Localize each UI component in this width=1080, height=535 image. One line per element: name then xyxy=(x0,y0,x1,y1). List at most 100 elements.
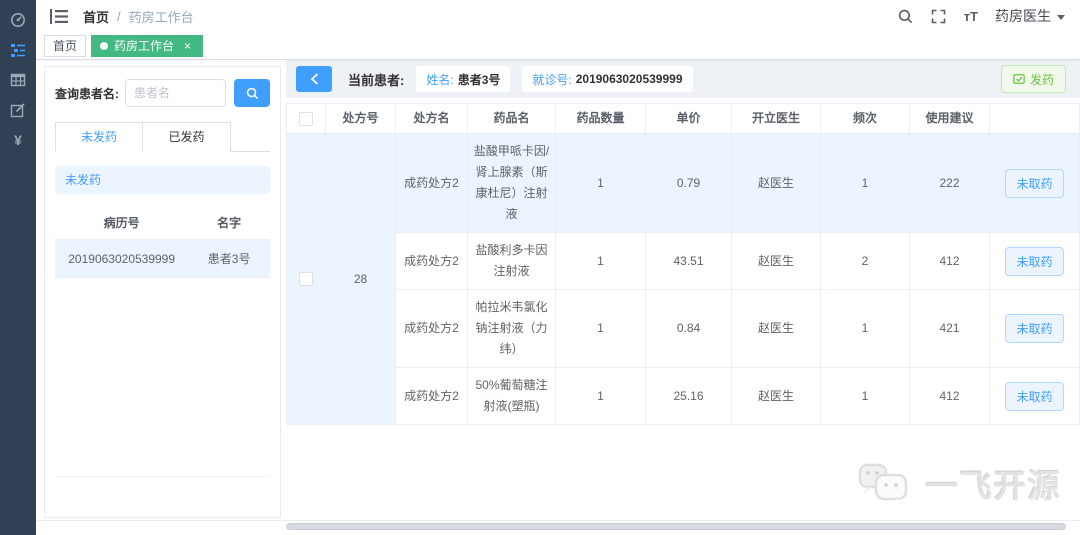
user-menu-label: 药房医生 xyxy=(995,8,1051,24)
dispense-button-label: 发药 xyxy=(1029,72,1054,87)
list-icon[interactable] xyxy=(10,42,26,58)
patient-record-no: 2019063020539999 xyxy=(68,251,176,266)
doctor-cell: 赵医生 xyxy=(731,232,821,290)
tags-bar: 首页 药房工作台 × xyxy=(36,32,1080,60)
frequency-cell: 1 xyxy=(820,289,910,368)
usage-advice-cell: 412 xyxy=(909,367,990,425)
breadcrumb-separator: / xyxy=(117,8,121,24)
tag-pharmacy-workbench[interactable]: 药房工作台 × xyxy=(91,34,204,57)
tab-dispensed[interactable]: 已发药 xyxy=(143,122,231,152)
quantity-cell: 1 xyxy=(555,232,646,290)
status-cell: 未取药 xyxy=(989,367,1080,425)
tag-pharmacy-label: 药房工作台 xyxy=(114,39,175,53)
header-drug-name: 药品名 xyxy=(467,103,556,134)
drug-name-cell: 50%葡萄糖注射液(塑瓶) xyxy=(467,367,556,425)
quantity-cell: 1 xyxy=(555,367,646,425)
patient-name-field[interactable]: 姓名: 患者3号 xyxy=(416,66,511,92)
drug-name-cell: 帕拉米韦氯化钠注射液（力纬） xyxy=(467,289,556,368)
yuan-icon[interactable]: ¥ xyxy=(10,132,26,148)
divider xyxy=(36,520,1080,521)
not-taken-button[interactable]: 未取药 xyxy=(1005,381,1064,411)
patient-list: 病历号 名字 2019063020539999 患者3号 xyxy=(55,206,270,278)
prescription-name-cell: 成药处方2 xyxy=(395,367,468,425)
search-icon[interactable] xyxy=(898,8,914,24)
header-frequency: 频次 xyxy=(820,103,910,134)
drug-name-cell: 盐酸利多卡因注射液 xyxy=(467,232,556,290)
quantity-cell: 1 xyxy=(555,133,646,233)
breadcrumb-current: 药房工作台 xyxy=(128,9,194,25)
group-header-not-dispensed[interactable]: 未发药 xyxy=(55,166,270,194)
search-button[interactable] xyxy=(234,79,270,107)
frequency-cell: 1 xyxy=(820,367,910,425)
visit-value: 2019063020539999 xyxy=(575,72,683,86)
gauge-icon[interactable] xyxy=(10,12,26,28)
dispense-icon xyxy=(1013,74,1025,84)
row-select-cell xyxy=(286,133,326,425)
select-all-checkbox[interactable] xyxy=(299,111,313,126)
back-button[interactable] xyxy=(296,66,332,92)
name-value: 患者3号 xyxy=(457,72,501,87)
font-size-icon[interactable]: тT xyxy=(964,9,978,24)
dispense-status-tabs: 未发药 已发药 xyxy=(55,122,270,152)
prescription-name-cell: 成药处方2 xyxy=(395,133,468,233)
header-select-cell xyxy=(286,103,326,134)
not-taken-button[interactable]: 未取药 xyxy=(1005,314,1064,343)
frequency-cell: 2 xyxy=(820,232,910,290)
chevron-down-icon xyxy=(1057,14,1065,20)
scrollbar-thumb[interactable] xyxy=(286,523,1067,530)
prescription-table: 处方号 处方名 药品名 药品数量 单价 开立医生 频次 使用建议 28 成药处方2… xyxy=(286,103,1080,425)
col-record-no: 病历号 xyxy=(103,216,140,230)
tab-not-dispensed[interactable]: 未发药 xyxy=(55,122,143,152)
doctor-cell: 赵医生 xyxy=(731,289,821,368)
patient-row[interactable]: 2019063020539999 患者3号 xyxy=(55,240,270,278)
search-icon xyxy=(246,87,258,99)
patient-name-input[interactable] xyxy=(125,79,226,107)
user-menu[interactable]: 药房医生 xyxy=(995,6,1065,26)
unit-price-cell: 0.84 xyxy=(645,289,732,368)
drug-name-cell: 盐酸甲哌卡因/肾上腺素（斯康杜尼）注射液 xyxy=(467,133,556,233)
patient-panel: 查询患者名: 未发药 已发药 未发药 病历号 名字 20190630205399… xyxy=(44,66,281,518)
header-usage-advice: 使用建议 xyxy=(909,103,990,134)
prescription-no-cell: 28 xyxy=(325,133,396,425)
tag-home[interactable]: 首页 xyxy=(44,34,87,57)
usage-advice-cell: 222 xyxy=(909,133,990,233)
not-taken-button[interactable]: 未取药 xyxy=(1005,168,1064,198)
tag-home-label: 首页 xyxy=(53,39,78,53)
breadcrumb: 首页 / 药房工作台 xyxy=(83,7,194,26)
header-prescription-name: 处方名 xyxy=(395,103,468,134)
prescription-name-cell: 成药处方2 xyxy=(395,232,468,290)
not-taken-button[interactable]: 未取药 xyxy=(1005,246,1064,276)
sidebar: ¥ xyxy=(0,0,36,535)
search-label: 查询患者名: xyxy=(55,86,119,101)
drug-row: 28 成药处方2 盐酸甲哌卡因/肾上腺素（斯康杜尼）注射液 1 0.79 赵医生 1 222 未… xyxy=(286,133,1080,425)
usage-advice-cell: 412 xyxy=(909,232,990,290)
visit-no-field[interactable]: 就诊号: 2019063020539999 xyxy=(522,66,693,92)
edit-icon[interactable] xyxy=(10,102,26,118)
drug-row: 成药处方2 帕拉米韦氯化钠注射液（力纬） 1 0.84 赵医生 1 421 未取药 xyxy=(287,289,1080,368)
sidebar-collapse-icon[interactable] xyxy=(50,8,68,24)
horizontal-scrollbar xyxy=(286,523,1074,531)
breadcrumb-home[interactable]: 首页 xyxy=(83,7,109,26)
fullscreen-icon[interactable] xyxy=(931,8,947,24)
navbar-actions: тT 药房医生 xyxy=(898,6,1065,26)
current-patient-bar: 当前患者: 姓名: 患者3号 就诊号: 2019063020539999 发药 xyxy=(286,60,1080,98)
chevron-left-icon xyxy=(310,73,318,85)
patient-name: 患者3号 xyxy=(207,252,251,266)
visit-label: 就诊号: xyxy=(532,72,572,87)
status-cell: 未取药 xyxy=(989,133,1080,233)
frequency-cell: 1 xyxy=(820,133,910,233)
dispense-button[interactable]: 发药 xyxy=(1000,65,1066,93)
status-cell: 未取药 xyxy=(989,289,1080,368)
doctor-cell: 赵医生 xyxy=(731,133,821,233)
unit-price-cell: 25.16 xyxy=(645,367,732,425)
prescription-table-body: 28 成药处方2 盐酸甲哌卡因/肾上腺素（斯康杜尼）注射液 1 0.79 赵医生 1 222 未… xyxy=(286,133,1080,425)
row-checkbox[interactable] xyxy=(299,272,313,287)
unit-price-cell: 43.51 xyxy=(645,232,732,290)
unit-price-cell: 0.79 xyxy=(645,133,732,233)
grid-icon[interactable] xyxy=(10,72,26,88)
current-patient-label: 当前患者: xyxy=(348,72,405,88)
close-icon[interactable]: × xyxy=(181,39,194,52)
prescription-name-cell: 成药处方2 xyxy=(395,289,468,368)
header-action xyxy=(989,103,1080,134)
header-doctor: 开立医生 xyxy=(731,103,821,134)
